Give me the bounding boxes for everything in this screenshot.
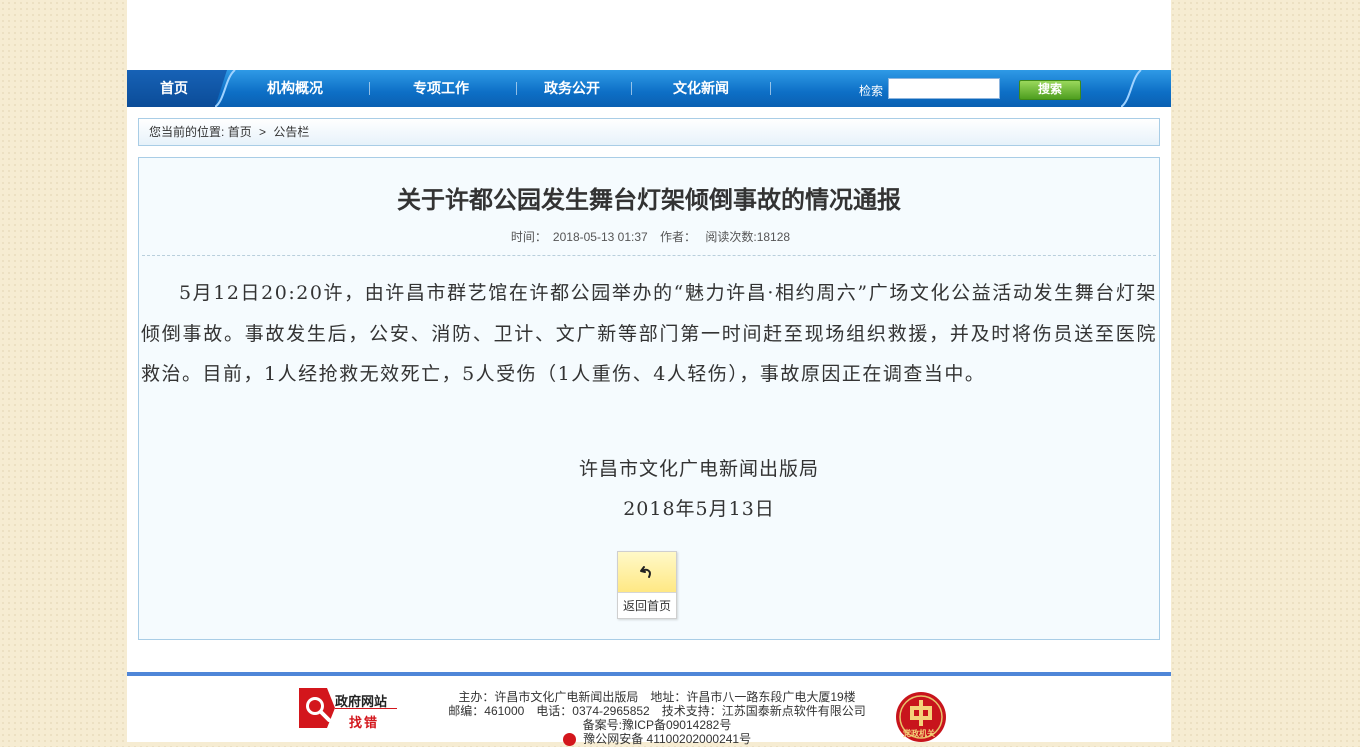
article-meta: 时间： 2018-05-13 01:37 作者： 阅读次数:18128 [139, 228, 1159, 245]
article-time: 2018-05-13 01:37 [552, 230, 648, 244]
footer-icp: 备案号:豫ICP备09014282号 [582, 718, 732, 732]
party-gov-badge[interactable]: 党政机关 [894, 690, 948, 742]
nav-item-about[interactable]: 机构概况 [245, 70, 345, 107]
find-error-label: 找错 [349, 715, 380, 730]
footer-police: 豫公网安备 41100202000241号 [583, 732, 752, 746]
author-label: 作者： [660, 230, 697, 244]
breadcrumb-separator: > [259, 125, 267, 139]
footer-info: 主办：许昌市文化广电新闻出版局 地址：许昌市八一路东段广电大厦19楼 邮编：46… [407, 690, 907, 747]
nav-curve-left [215, 70, 236, 107]
footer-contact: 邮编：461000 电话：0374-2965852 技术支持：江苏国泰新点软件有… [448, 704, 866, 718]
breadcrumb-current[interactable]: 公告栏 [273, 125, 309, 139]
breadcrumb: 您当前的位置: 首页 > 公告栏 [138, 118, 1160, 146]
article-title: 关于许都公园发生舞台灯架倾倒事故的情况通报 [397, 186, 901, 214]
nav-curve-right [1121, 70, 1142, 107]
search-button[interactable]: 搜索 [1019, 80, 1081, 100]
nav-separator [631, 82, 632, 95]
nav-item-special-work[interactable]: 专项工作 [391, 70, 491, 107]
party-badge-label: 党政机关 [903, 729, 935, 738]
article-signature: 许昌市文化广电新闻出版局 [578, 458, 819, 480]
nav-separator [369, 82, 370, 95]
search-input[interactable] [888, 78, 1000, 99]
nav-item-culture-news[interactable]: 文化新闻 [651, 70, 751, 107]
back-home-button[interactable]: 返回首页 [617, 551, 677, 619]
search-label: 检索 [859, 84, 884, 98]
breadcrumb-home-link[interactable]: 首页 [228, 125, 252, 139]
breadcrumb-prefix: 您当前的位置: [149, 125, 225, 139]
return-arrow-icon [618, 552, 676, 593]
gov-site-error-badge[interactable]: 政府网站 找错 [297, 686, 401, 730]
nav-item-home[interactable]: 首页 [127, 70, 221, 107]
page-container: 首页 机构概况 专项工作 政务公开 文化新闻 检索 搜索 您当前的位置: 首页 … [127, 0, 1171, 747]
time-label: 时间： [510, 230, 547, 244]
article-date: 2018年5月13日 [623, 498, 775, 520]
footer-sponsor: 主办：许昌市文化广电新闻出版局 地址：许昌市八一路东段广电大厦19楼 [458, 690, 856, 704]
nav-separator [516, 82, 517, 95]
read-count: 阅读次数:18128 [705, 230, 791, 244]
police-emblem-icon [562, 733, 576, 747]
nav-item-public-affairs[interactable]: 政务公开 [522, 70, 622, 107]
nav-separator [770, 82, 771, 95]
divider [142, 255, 1156, 256]
article-body: 5月12日20:20许，由许昌市群艺馆在许都公园举办的“魅力许昌·相约周六”广场… [141, 282, 1157, 385]
article-panel: 关于许都公园发生舞台灯架倾倒事故的情况通报 时间： 2018-05-13 01:3… [138, 157, 1160, 640]
header-banner [127, 0, 1171, 70]
back-home-label: 返回首页 [622, 599, 671, 613]
footer: 政府网站 找错 主办：许昌市文化广电新闻出版局 地址：许昌市八一路东段广电大厦1… [127, 676, 1171, 747]
magnifier-icon [299, 688, 335, 728]
main-nav: 首页 机构概况 专项工作 政务公开 文化新闻 检索 搜索 [127, 70, 1171, 107]
